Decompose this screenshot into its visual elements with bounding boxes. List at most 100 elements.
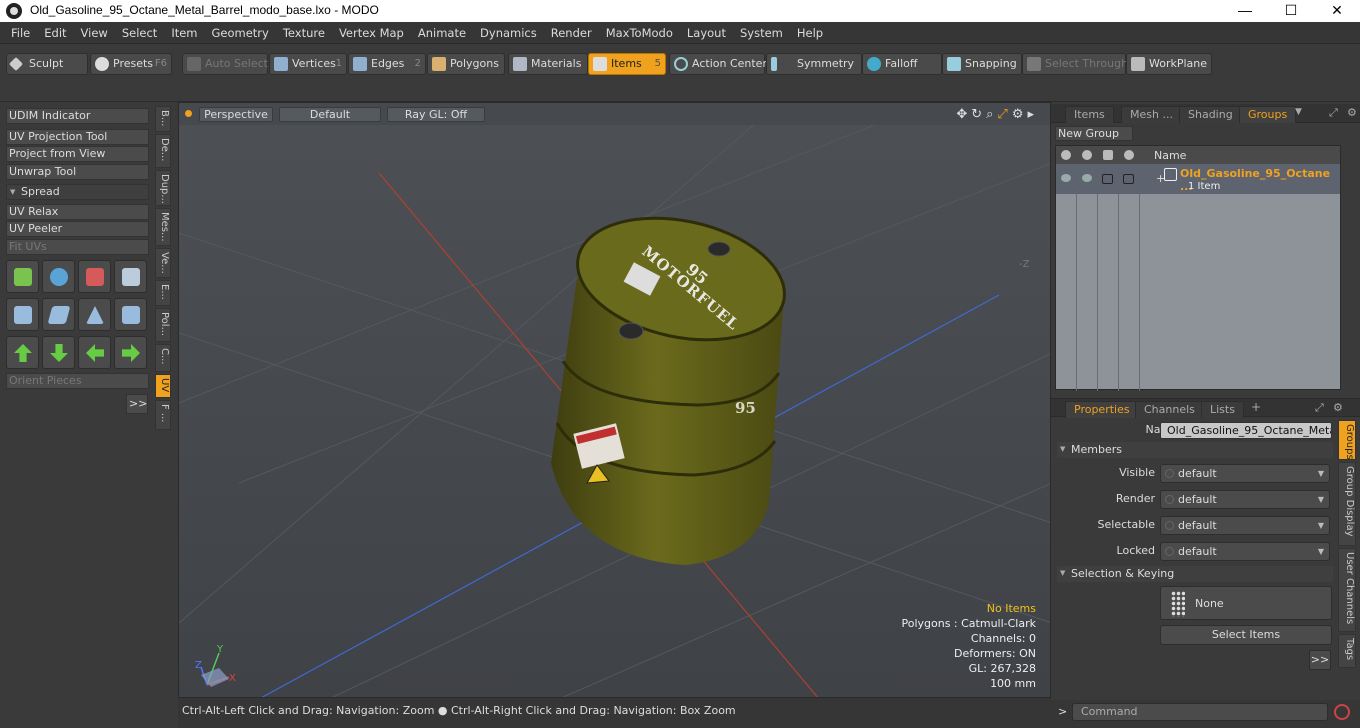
lock-icon[interactable] [1124,150,1134,160]
rvtab-groups[interactable]: Groups [1338,420,1356,460]
props-gear-icon[interactable]: ⚙ [1333,401,1343,414]
row-eye-icon[interactable] [1061,174,1071,182]
maximize-button[interactable]: ☐ [1268,0,1314,22]
vtab-duplicate[interactable]: Dup... [155,170,171,206]
uv-align-right-button[interactable] [114,336,147,369]
spread-section[interactable]: Spread [6,184,149,200]
props-maximize-icon[interactable]: ⤢ [1315,401,1324,415]
row-lock-checkbox[interactable] [1123,174,1134,184]
uv-pyramid-button[interactable] [78,298,111,331]
polygons-button[interactable]: Polygons [427,53,505,75]
viewport-menu-dot-icon[interactable] [185,110,192,117]
settings-gear-icon[interactable]: ⚙ [1012,107,1028,122]
rvtab-group-display[interactable]: Group Display [1338,462,1356,546]
sculpt-button[interactable]: Sculpt [6,53,88,75]
row-render-icon[interactable] [1082,174,1092,182]
group-row[interactable]: + Old_Gasoline_95_Octane ... 1 Item [1056,164,1340,194]
menu-texture[interactable]: Texture [276,22,332,44]
cube-icon[interactable] [1103,150,1113,160]
uv-move-tool-button[interactable] [6,260,39,293]
tab-groups[interactable]: Groups [1239,106,1297,123]
menu-dynamics[interactable]: Dynamics [473,22,544,44]
tabs-dropdown-icon[interactable]: ▼ [1295,107,1302,117]
select-items-button[interactable]: Select Items [1160,625,1332,645]
vtab-b[interactable]: B... [155,106,171,132]
locked-anim-icon[interactable] [1165,547,1174,556]
action-center-button[interactable]: Action Center [669,53,767,75]
uv-projection-tool-button[interactable]: UV Projection Tool [6,129,149,145]
rvtab-tags[interactable]: Tags [1338,634,1356,668]
view-type-dropdown[interactable]: Perspective [199,107,273,122]
presets-button[interactable]: Presets F6 [90,53,172,75]
add-tab-button[interactable]: + [1251,400,1261,414]
uv-sphere-grid-button[interactable] [114,298,147,331]
tab-items[interactable]: Items [1065,106,1114,123]
menu-layout[interactable]: Layout [680,22,733,44]
menu-edit[interactable]: Edit [37,22,73,44]
tab-channels[interactable]: Channels [1135,401,1204,418]
orient-pieces-button[interactable]: Orient Pieces [6,373,149,389]
menu-help[interactable]: Help [790,22,830,44]
select-through-button[interactable]: Select Through [1022,53,1128,75]
auto-select-button[interactable]: Auto Select [182,53,268,75]
rvtab-user-channels[interactable]: User Channels [1338,548,1356,632]
uv-align-down-button[interactable] [42,336,75,369]
menu-geometry[interactable]: Geometry [205,22,276,44]
menu-render[interactable]: Render [544,22,599,44]
workplane-button[interactable]: WorkPlane [1126,53,1212,75]
selectable-dropdown[interactable]: default [1160,516,1330,535]
tab-properties[interactable]: Properties [1065,401,1139,418]
materials-button[interactable]: Materials [508,53,588,75]
raygl-toggle[interactable]: Ray GL: Off [387,107,485,122]
fit-view-icon[interactable]: ⤢ [997,107,1011,122]
visible-anim-icon[interactable] [1165,469,1174,478]
render-anim-icon[interactable] [1165,495,1174,504]
vtab-deform[interactable]: De... [155,134,171,168]
uv-transform-tool-button[interactable] [114,260,147,293]
tab-lists[interactable]: Lists [1201,401,1244,418]
unwrap-tool-button[interactable]: Unwrap Tool [6,164,149,180]
menu-animate[interactable]: Animate [411,22,473,44]
stop-record-icon[interactable] [1334,704,1350,720]
vtab-mesh-edit[interactable]: Mes... [155,208,171,246]
uv-grid-button[interactable] [42,298,75,331]
minimize-button[interactable]: — [1222,0,1268,22]
gasoline-barrel-mesh[interactable]: 95 MOTORFUEL 95 [551,200,796,565]
selectable-anim-icon[interactable] [1165,521,1174,530]
maximize-panel-icon[interactable]: ⤢ [1329,106,1338,120]
vtab-fusion[interactable]: F ... [155,400,171,430]
edges-button[interactable]: Edges 2 [348,53,426,75]
command-input[interactable]: Command [1072,703,1328,721]
tab-shading[interactable]: Shading [1179,106,1242,123]
symmetry-button[interactable]: Symmetry [766,53,862,75]
tab-mesh[interactable]: Mesh ... [1121,106,1182,123]
menu-view[interactable]: View [74,22,115,44]
render-dropdown[interactable]: default [1160,490,1330,509]
snapping-button[interactable]: Snapping [942,53,1022,75]
zoom-icon[interactable]: ⌕ [986,107,997,122]
props-more-button[interactable]: >> [1309,650,1331,670]
menu-vertex-map[interactable]: Vertex Map [332,22,411,44]
uv-scale-tool-button[interactable] [78,260,111,293]
project-from-view-button[interactable]: Project from View [6,146,149,162]
render-icon[interactable] [1082,150,1092,160]
pan-icon[interactable]: ✥ [956,107,971,122]
falloff-button[interactable]: Falloff [862,53,942,75]
vtab-vertex[interactable]: Ve... [155,248,171,278]
members-section[interactable]: Members [1057,442,1333,458]
eye-icon[interactable] [1061,150,1071,160]
locked-dropdown[interactable]: default [1160,542,1330,561]
vertices-button[interactable]: Vertices 1 [269,53,347,75]
rotate-view-icon[interactable]: ↻ [971,107,986,122]
menu-system[interactable]: System [733,22,790,44]
3d-viewport[interactable]: -Z 95 MOTORFUEL 95 Y X Z Perspective Def… [178,102,1051,698]
menu-item[interactable]: Item [164,22,204,44]
uv-align-left-button[interactable] [78,336,111,369]
more-tools-button[interactable]: >> [126,394,148,414]
expand-arrow-icon[interactable]: ▸ [1027,107,1038,122]
uv-peeler-button[interactable]: UV Peeler [6,221,149,237]
row-select-checkbox[interactable] [1102,174,1113,184]
uv-rotate-tool-button[interactable] [42,260,75,293]
vtab-uv[interactable]: UV [155,374,171,398]
shading-dropdown[interactable]: Default [279,107,381,122]
